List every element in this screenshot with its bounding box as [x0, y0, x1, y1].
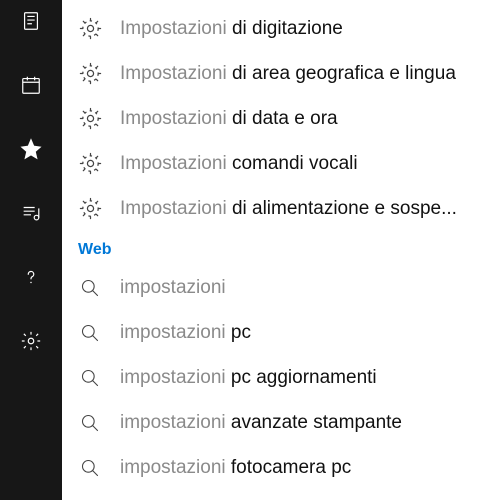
- settings-result-item[interactable]: Impostazioni di area geografica e lingua: [72, 51, 488, 96]
- search-icon: [78, 456, 102, 480]
- calendar-icon: [20, 74, 42, 101]
- result-label: Impostazioni di data e ora: [120, 108, 338, 130]
- settings-result-item[interactable]: Impostazioni di alimentazione e sospe...: [72, 186, 488, 231]
- sidebar-item-music[interactable]: [0, 198, 62, 232]
- results-panel: Impostazioni di digitazione Impostazioni…: [62, 0, 500, 500]
- gear-icon: [78, 62, 102, 86]
- music-list-icon: [20, 202, 42, 229]
- result-label: Impostazioni di digitazione: [120, 18, 343, 40]
- web-result-item[interactable]: impostazioni mail libero: [72, 490, 488, 500]
- sidebar-item-help[interactable]: [0, 262, 62, 296]
- search-icon: [78, 411, 102, 435]
- document-icon: [20, 10, 42, 37]
- gear-icon: [78, 107, 102, 131]
- sidebar-item-settings[interactable]: [0, 326, 62, 360]
- result-label: impostazioni fotocamera pc: [120, 457, 351, 479]
- web-result-item[interactable]: impostazioni: [72, 265, 488, 310]
- sidebar-item-document[interactable]: [0, 6, 62, 40]
- help-icon: [20, 266, 42, 293]
- web-results: impostazioni impostazioni pc impostazion…: [72, 265, 488, 500]
- web-result-item[interactable]: impostazioni pc: [72, 310, 488, 355]
- star-icon: [20, 138, 42, 165]
- gear-icon: [78, 17, 102, 41]
- settings-result-item[interactable]: Impostazioni di digitazione: [72, 6, 488, 51]
- web-result-item[interactable]: impostazioni avanzate stampante: [72, 400, 488, 445]
- result-label: impostazioni pc aggiornamenti: [120, 367, 377, 389]
- sidebar: [0, 0, 62, 500]
- result-label: Impostazioni di alimentazione e sospe...: [120, 198, 457, 220]
- result-label: impostazioni avanzate stampante: [120, 412, 402, 434]
- result-label: impostazioni: [120, 277, 226, 299]
- search-icon: [78, 276, 102, 300]
- gear-icon: [78, 197, 102, 221]
- sidebar-item-calendar[interactable]: [0, 70, 62, 104]
- web-section-header: Web: [72, 231, 488, 265]
- search-icon: [78, 366, 102, 390]
- gear-icon: [78, 152, 102, 176]
- settings-result-item[interactable]: Impostazioni di data e ora: [72, 96, 488, 141]
- sidebar-item-favorites[interactable]: [0, 134, 62, 168]
- web-result-item[interactable]: impostazioni fotocamera pc: [72, 445, 488, 490]
- search-icon: [78, 321, 102, 345]
- settings-result-item[interactable]: Impostazioni comandi vocali: [72, 141, 488, 186]
- settings-results: Impostazioni di digitazione Impostazioni…: [72, 6, 488, 231]
- web-result-item[interactable]: impostazioni pc aggiornamenti: [72, 355, 488, 400]
- result-label: impostazioni pc: [120, 322, 251, 344]
- settings-icon: [20, 330, 42, 357]
- result-label: Impostazioni comandi vocali: [120, 153, 358, 175]
- result-label: Impostazioni di area geografica e lingua: [120, 63, 456, 85]
